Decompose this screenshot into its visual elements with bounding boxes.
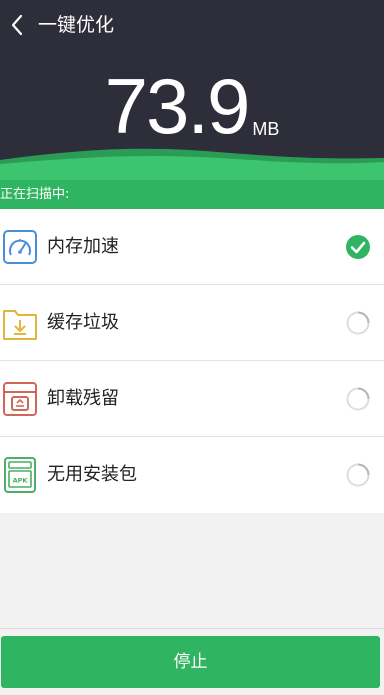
size-unit: MB — [252, 119, 280, 139]
item-label: 无用安装包 — [47, 464, 137, 485]
back-button[interactable] — [2, 10, 32, 40]
svg-text:APK: APK — [13, 477, 29, 485]
apk-package-icon: APK — [4, 457, 36, 493]
item-label: 缓存垃圾 — [47, 312, 119, 333]
checkmark-done-icon — [346, 235, 370, 259]
speedometer-icon — [3, 230, 37, 264]
item-label: 卸载残留 — [47, 388, 119, 409]
header: 一键优化 73.9 MB — [0, 0, 384, 185]
progress-wave — [0, 148, 384, 185]
stop-button[interactable]: 停止 — [1, 636, 380, 688]
cleanable-size: 73.9 MB — [0, 66, 384, 146]
scan-status-bar: 正在扫描中: — [0, 180, 384, 209]
list-item-uninstall-residue[interactable]: 卸载残留 — [0, 361, 384, 437]
back-arrow-icon — [11, 14, 23, 36]
list-item-memory[interactable]: 内存加速 — [0, 209, 384, 285]
item-label: 内存加速 — [47, 236, 119, 257]
size-value: 73.9 — [104, 62, 251, 150]
footer-divider — [0, 628, 384, 629]
loading-spinner-icon — [346, 387, 370, 411]
list-item-cache[interactable]: 缓存垃圾 — [0, 285, 384, 361]
scan-list: 内存加速 缓存垃圾 卸载残留 APK 无用安装包 — [0, 209, 384, 513]
uninstall-box-icon — [3, 382, 37, 416]
list-item-useless-apk[interactable]: APK 无用安装包 — [0, 437, 384, 513]
folder-download-icon — [3, 310, 37, 340]
loading-spinner-icon — [346, 311, 370, 335]
loading-spinner-icon — [346, 463, 370, 487]
page-title: 一键优化 — [38, 14, 115, 36]
